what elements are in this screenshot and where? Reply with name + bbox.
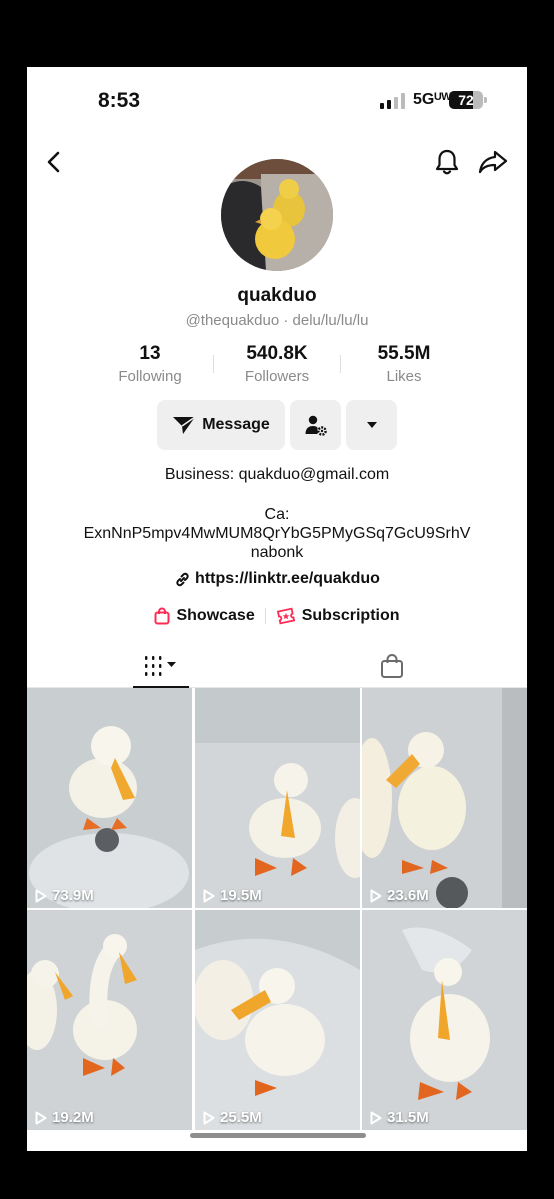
video-tile[interactable]: 25.5M [195, 910, 360, 1130]
home-indicator[interactable] [190, 1133, 366, 1138]
profile-actions: Message [27, 400, 527, 450]
grid-icon [145, 655, 176, 676]
duck-thumbnail [27, 688, 192, 908]
video-tile[interactable]: 31.5M [362, 910, 527, 1130]
video-views-count: 19.2M [52, 1109, 94, 1126]
duck-thumbnail [27, 910, 192, 1130]
stat-value: 13 [139, 343, 161, 364]
stat-following[interactable]: 13 Following [87, 343, 213, 387]
video-views-count: 73.9M [52, 887, 94, 904]
share-arrow-icon [478, 150, 508, 174]
video-tile[interactable]: 23.6M [362, 688, 527, 908]
star-badge-icon [276, 607, 295, 625]
notifications-button[interactable] [430, 145, 464, 179]
play-icon [370, 889, 382, 902]
stat-followers[interactable]: 540.8K Followers [214, 343, 340, 387]
battery-icon: 72 [449, 91, 483, 109]
profile-shop-links: Showcase Subscription [27, 604, 527, 628]
profile-stats: 13 Following 540.8K Followers 55.5M Like… [87, 343, 467, 387]
stat-label: Followers [244, 368, 310, 385]
video-views-count: 31.5M [387, 1109, 429, 1126]
message-label: Message [202, 416, 270, 433]
play-icon [370, 1111, 382, 1124]
video-views: 19.5M [203, 887, 262, 904]
subscription-button[interactable]: Subscription [276, 607, 400, 625]
status-time: 8:53 [98, 89, 141, 112]
stat-value: 55.5M [377, 343, 431, 364]
video-views: 31.5M [370, 1109, 429, 1126]
stat-label: Likes [386, 368, 422, 385]
shopping-bag-icon [154, 607, 170, 625]
caret-down-icon [366, 422, 377, 428]
network-label: 5Gᵁᵂ [413, 91, 452, 108]
avatar-image [221, 159, 333, 271]
duck-thumbnail [195, 688, 360, 908]
showcase-button[interactable]: Showcase [154, 607, 255, 625]
profile-link-text: https://linktr.ee/quakduo [195, 570, 380, 587]
play-icon [35, 1111, 47, 1124]
video-views: 73.9M [35, 887, 94, 904]
video-views: 23.6M [370, 887, 429, 904]
profile-handle: @thequakduo · delu/lu/lu/lu [185, 312, 369, 329]
send-icon [173, 416, 196, 434]
shop-divider [264, 608, 266, 624]
stat-value: 540.8K [246, 343, 308, 364]
video-tile[interactable]: 19.2M [27, 910, 192, 1130]
phone-screen: 8:53 5Gᵁᵂ 72 quakduo @thequakduo · delu/… [27, 67, 527, 1151]
tab-videos[interactable] [133, 645, 189, 688]
video-views-count: 25.5M [220, 1109, 262, 1126]
video-tile[interactable]: 73.9M [27, 688, 192, 908]
bell-icon [435, 149, 459, 175]
profile-username: quakduo [237, 285, 317, 306]
subscription-label: Subscription [301, 607, 400, 624]
showcase-label: Showcase [176, 607, 255, 624]
video-tile[interactable]: 19.5M [195, 688, 360, 908]
bio-business: Business: quakduo@gmail.com [164, 466, 390, 483]
link-icon [176, 572, 189, 586]
follow-settings-button[interactable] [290, 400, 341, 450]
signal-icon [380, 93, 405, 109]
stat-likes[interactable]: 55.5M Likes [341, 343, 467, 387]
message-button[interactable]: Message [157, 400, 285, 450]
duck-thumbnail [362, 910, 527, 1130]
bio-ca: Ca: ExnNnP5mpv4MwMUM8QrYbG5PMyGSq7GcU9Sr… [47, 505, 507, 562]
status-bar: 8:53 5Gᵁᵂ 72 [27, 67, 527, 129]
person-gear-icon [305, 415, 327, 436]
battery-tip [484, 97, 487, 103]
profile-link[interactable]: https://linktr.ee/quakduo [27, 570, 527, 588]
duck-thumbnail [362, 688, 527, 908]
video-views: 25.5M [203, 1109, 262, 1126]
duck-thumbnail [195, 910, 360, 1130]
video-views: 19.2M [35, 1109, 94, 1126]
play-icon [203, 889, 215, 902]
tab-shop[interactable] [367, 645, 417, 686]
avatar[interactable] [221, 159, 333, 271]
video-views-count: 23.6M [387, 887, 429, 904]
stat-label: Following [118, 368, 182, 385]
share-button[interactable] [475, 145, 511, 179]
play-icon [203, 1111, 215, 1124]
video-views-count: 19.5M [220, 887, 262, 904]
bag-icon [381, 653, 403, 678]
content-tabs [27, 645, 527, 688]
bio-ca-title: Ca: [264, 506, 290, 523]
bio-ca-line2: nabonk [250, 544, 304, 561]
battery-percent: 72 [458, 92, 474, 108]
more-options-button[interactable] [346, 400, 397, 450]
chevron-left-icon [47, 151, 60, 173]
play-icon [35, 889, 47, 902]
back-button[interactable] [39, 147, 69, 177]
bio-ca-line1: ExnNnP5mpv4MwMUM8QrYbG5PMyGSq7GcU9SrhV [83, 525, 471, 542]
